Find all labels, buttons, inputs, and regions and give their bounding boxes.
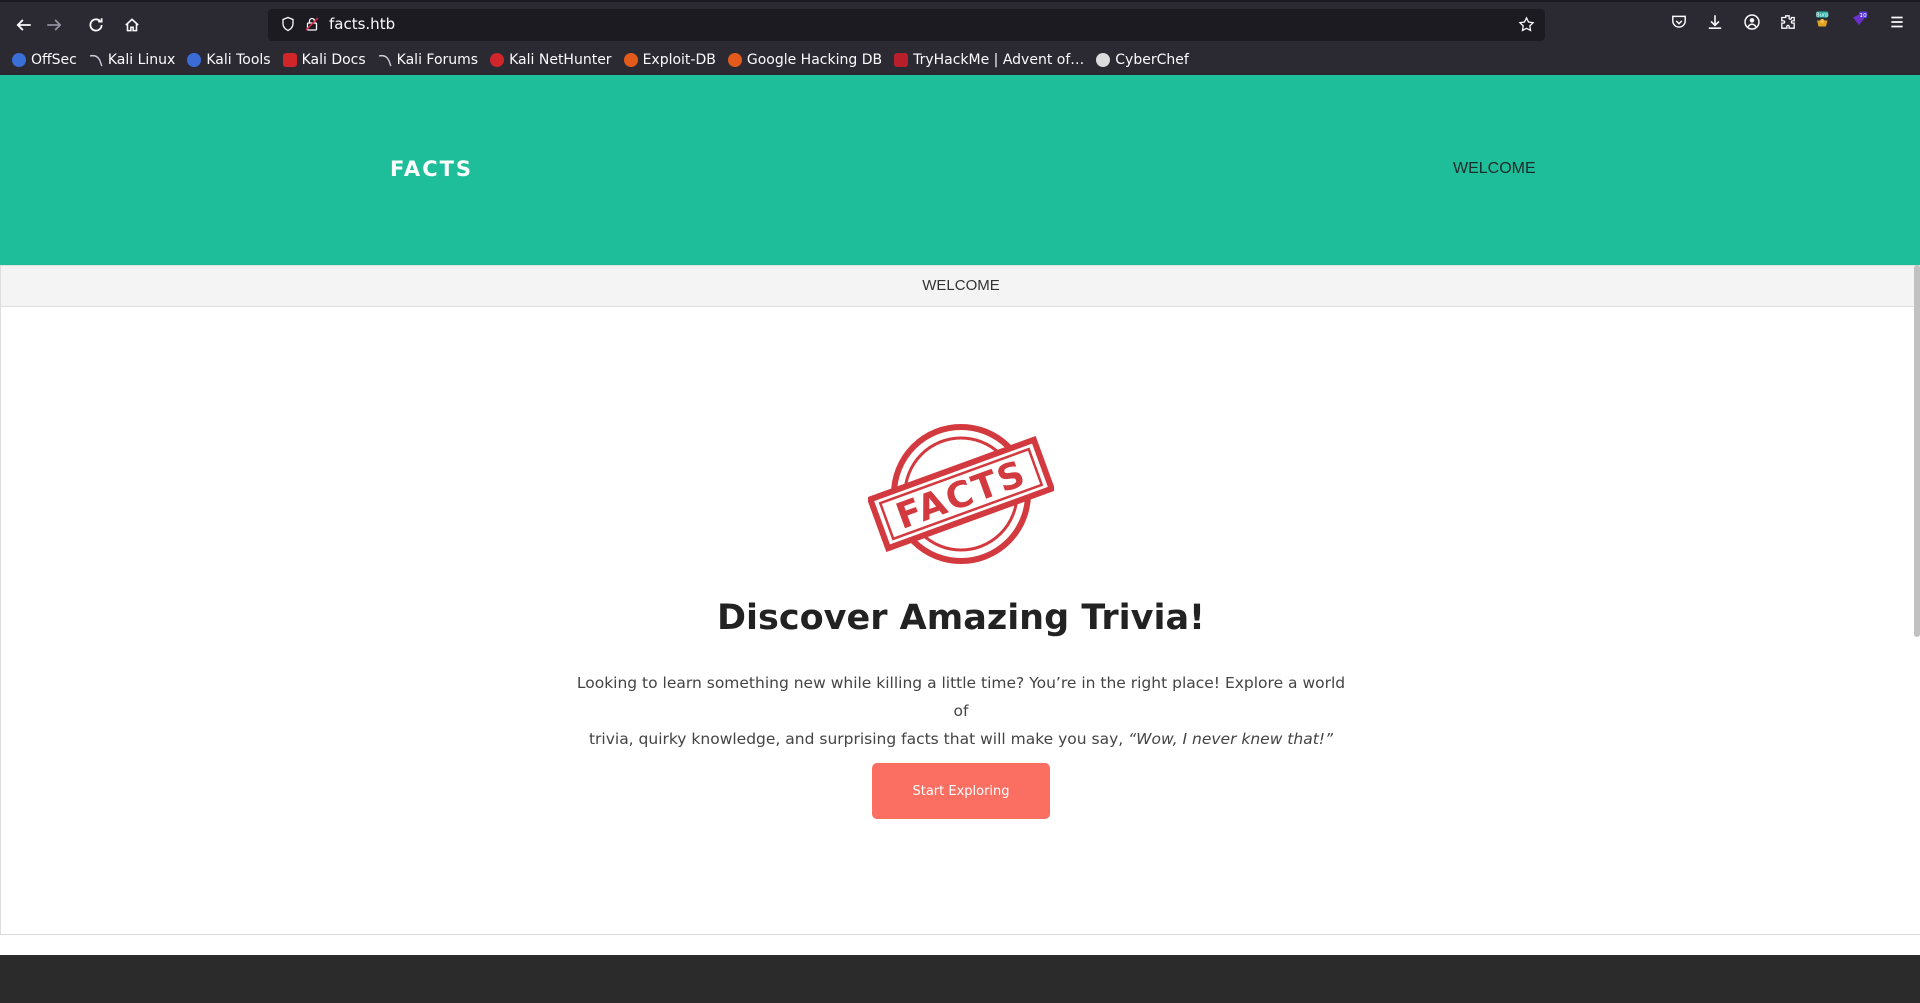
hero-section: FACTS Discover Amazing Trivia! Looking t…	[0, 307, 1920, 935]
bookmarks-bar: OffSec Kali Linux Kali Tools Kali Docs K…	[0, 46, 1920, 74]
home-icon	[125, 18, 139, 32]
bookmark-label: Kali Forums	[396, 52, 479, 68]
bookmark-kali-linux[interactable]: Kali Linux	[89, 52, 175, 68]
kali-tools-favicon-icon	[187, 53, 202, 67]
download-icon[interactable]	[1706, 13, 1724, 35]
reload-button[interactable]	[82, 12, 110, 38]
kali-dragon-icon	[378, 53, 392, 67]
bookmark-tryhackme[interactable]: TryHackMe | Advent of…	[894, 52, 1084, 68]
subnav-bar: WELCOME	[0, 265, 1920, 307]
intro-line-2: trivia, quirky knowledge, and surprising…	[588, 730, 1124, 748]
bookmark-google-hacking-db[interactable]: Google Hacking DB	[727, 52, 883, 68]
bookmark-label: CyberChef	[1115, 52, 1189, 68]
site-header: FACTS WELCOME	[0, 75, 1920, 265]
burp-badge-text: Burp	[1816, 12, 1829, 18]
facts-stamp-logo: FACTS	[868, 424, 1054, 564]
tryhackme-favicon-icon	[894, 53, 909, 67]
url-text[interactable]: facts.htb	[329, 15, 395, 33]
forward-button[interactable]	[40, 12, 68, 38]
ghdb-favicon-icon	[727, 53, 742, 67]
back-button[interactable]	[10, 12, 38, 38]
reload-icon	[89, 18, 103, 32]
bookmark-label: Google Hacking DB	[746, 52, 883, 68]
bookmark-star-icon[interactable]	[1518, 16, 1535, 37]
insecure-lock-icon[interactable]	[304, 16, 320, 36]
account-icon[interactable]	[1743, 13, 1761, 35]
kali-docs-favicon-icon	[282, 53, 297, 67]
bookmark-cyberchef[interactable]: CyberChef	[1096, 52, 1189, 68]
subnav-welcome-link[interactable]: WELCOME	[1, 277, 1920, 294]
exploit-db-favicon-icon	[623, 53, 638, 67]
nav-welcome-link[interactable]: WELCOME	[1453, 160, 1536, 178]
chef-hat-icon	[1096, 53, 1111, 67]
site-footer	[0, 955, 1920, 1003]
ublock-extension-icon[interactable]: 10	[1850, 10, 1868, 32]
intro-line-1: Looking to learn something new while kil…	[576, 674, 1346, 720]
arrow-left-icon	[16, 19, 31, 31]
bookmark-kali-forums[interactable]: Kali Forums	[378, 52, 478, 68]
address-bar[interactable]: facts.htb	[268, 9, 1545, 41]
web-page: FACTS WELCOME WELCOME FACTS Discover Ama…	[0, 75, 1920, 1003]
shield-icon[interactable]	[280, 16, 296, 36]
bookmark-label: Kali Tools	[206, 52, 271, 68]
hero-headline: Discover Amazing Trivia!	[716, 598, 1206, 638]
nethunter-favicon-icon	[490, 53, 505, 67]
extension-count-badge: 10	[1860, 13, 1868, 19]
pocket-icon[interactable]	[1670, 13, 1688, 35]
arrow-right-icon	[47, 19, 62, 31]
site-brand[interactable]: FACTS	[390, 157, 473, 181]
bookmark-label: Kali NetHunter	[509, 52, 612, 68]
bookmark-kali-nethunter[interactable]: Kali NetHunter	[490, 52, 612, 68]
home-button[interactable]	[118, 12, 146, 38]
bookmark-label: Exploit-DB	[642, 52, 716, 68]
bookmark-label: Kali Docs	[301, 52, 366, 68]
extensions-icon[interactable]	[1779, 13, 1797, 35]
burp-extension-icon[interactable]: Burp	[1814, 10, 1832, 32]
intro-quote: “Wow, I never knew that!”	[1128, 730, 1334, 748]
bookmark-label: TryHackMe | Advent of…	[913, 52, 1085, 68]
bookmark-exploit-db[interactable]: Exploit-DB	[623, 52, 716, 68]
hero-intro: Looking to learn something new while kil…	[571, 669, 1351, 753]
menu-icon[interactable]	[1888, 13, 1906, 35]
kali-dragon-icon	[89, 53, 103, 67]
bookmark-kali-tools[interactable]: Kali Tools	[187, 52, 271, 68]
start-exploring-button[interactable]: Start Exploring	[872, 763, 1050, 819]
page-scrollbar[interactable]	[1914, 265, 1920, 637]
bookmark-offsec[interactable]: OffSec	[12, 52, 77, 68]
bookmark-label: Kali Linux	[107, 52, 176, 68]
bookmark-kali-docs[interactable]: Kali Docs	[282, 52, 366, 68]
offsec-favicon-icon	[12, 53, 26, 67]
browser-toolbar: facts.htb Burp 10	[0, 0, 1920, 46]
bookmark-label: OffSec	[31, 52, 77, 68]
